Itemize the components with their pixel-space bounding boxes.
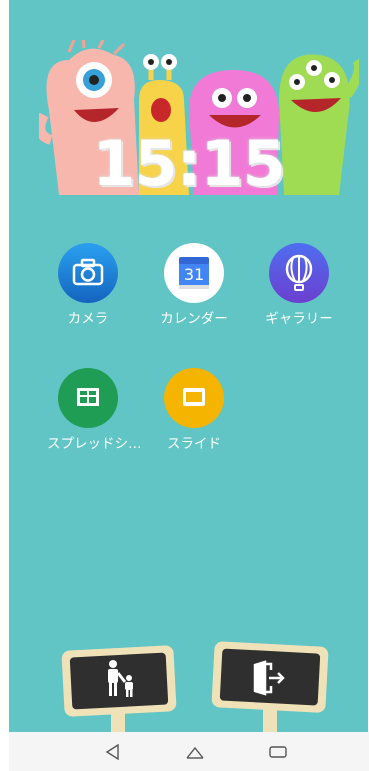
app-gallery[interactable]: ギャラリー	[258, 243, 340, 327]
slides-icon	[164, 368, 224, 428]
calendar-date: 31	[183, 265, 205, 284]
exit-sign[interactable]	[209, 638, 331, 732]
phone-frame: 15:15 カメラ 31 カレンダー ギャラリー スプレッドシ… スライド	[0, 0, 369, 771]
clock-time: 15:15	[92, 127, 285, 200]
home-button[interactable]	[175, 732, 215, 771]
back-button[interactable]	[93, 732, 133, 771]
recents-icon	[269, 745, 287, 758]
back-icon	[105, 743, 119, 760]
app-label-calendar: カレンダー	[160, 311, 228, 327]
app-label-camera: カメラ	[67, 311, 109, 327]
app-label-gallery: ギャラリー	[265, 311, 333, 327]
app-camera[interactable]: カメラ	[47, 243, 129, 327]
camera-icon	[58, 243, 118, 303]
parent-mode-sign[interactable]	[59, 640, 179, 732]
gallery-balloon-icon	[269, 243, 329, 303]
app-calendar[interactable]: 31 カレンダー	[153, 243, 235, 327]
app-label-spreadsheet: スプレッドシ…	[47, 436, 142, 452]
kids-mode-home-screen: 15:15 カメラ 31 カレンダー ギャラリー スプレッドシ… スライド	[9, 0, 368, 732]
navigation-bar	[9, 732, 369, 771]
spreadsheet-icon	[58, 368, 118, 428]
app-spreadsheet[interactable]: スプレッドシ…	[47, 368, 142, 452]
home-icon	[186, 746, 204, 759]
app-label-slides: スライド	[167, 436, 221, 452]
app-slides[interactable]: スライド	[153, 368, 235, 452]
recents-button[interactable]	[258, 732, 298, 771]
calendar-icon: 31	[164, 243, 224, 303]
